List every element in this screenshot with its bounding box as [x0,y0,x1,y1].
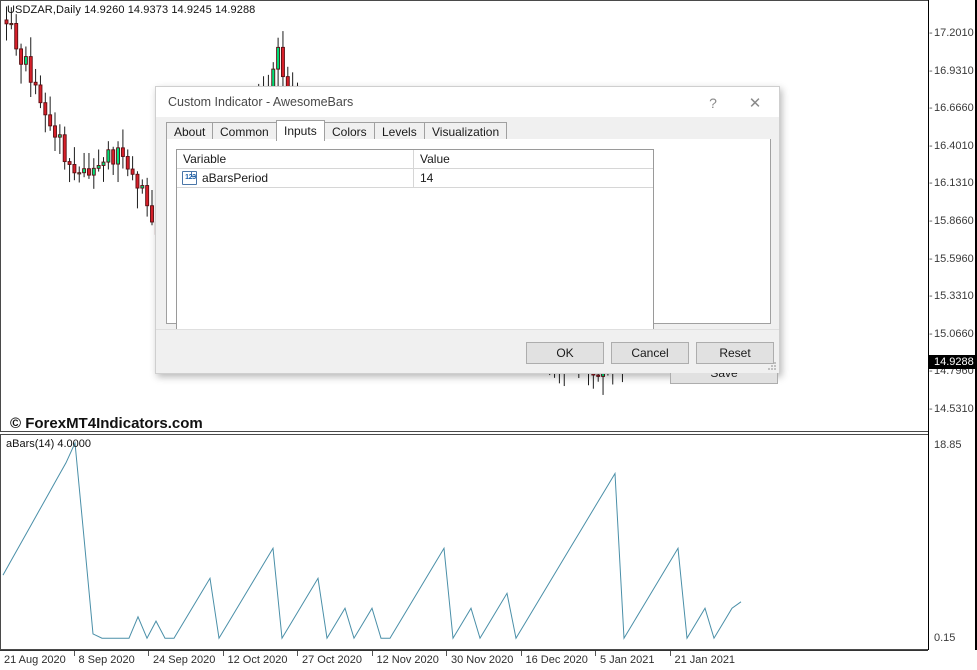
price-tick-label: -15.0660 [929,328,977,341]
time-tick-label: 30 Nov 2020 [451,654,513,666]
candle-bull [83,169,86,173]
candle-bull [10,23,13,24]
candle-bear [20,49,23,64]
candle-bear [146,186,149,206]
time-tick-mark [595,651,596,656]
time-scale[interactable]: 21 Aug 2020 8 Sep 2020 24 Sep 2020 12 Oct 2… [0,650,928,670]
current-price-tag: 14.9288 [929,355,977,369]
candle-bear [136,174,139,188]
price-tick-label: -16.4010 [929,140,977,153]
variable-value-cell[interactable]: 14 [420,171,433,185]
candle-bear [54,126,57,137]
reset-button[interactable]: Reset [696,342,774,364]
custom-indicator-dialog[interactable]: Custom Indicator - AwesomeBars ? ✕ About… [155,86,780,374]
candle-bear [112,150,115,164]
inputs-variable-list[interactable]: Variable Value 123 aBarsPeriod 14 [176,149,654,331]
site-watermark: © ForexMT4Indicators.com [10,415,203,432]
candle-bull [24,57,27,65]
resize-grip-icon[interactable] [767,361,777,371]
price-tick-label: -14.5310 [929,403,977,416]
column-header-variable: Variable [183,152,226,166]
time-tick-mark [446,651,447,656]
icon-glyph-text: 123 [183,174,197,181]
candle-bear [151,206,154,222]
candle-bear [281,47,284,76]
variable-list-header: Variable Value [177,150,653,169]
candle-bear [121,148,124,157]
candle-bull [97,165,100,168]
price-tick-label: -16.6660 [929,102,977,115]
time-tick-label: 21 Jan 2021 [675,654,736,666]
chart-symbol-ohlc-label: USDZAR,Daily 14.9260 14.9373 14.9245 14.… [7,4,255,16]
price-tick-label: -17.2010 [929,27,977,40]
candle-bear [87,169,90,175]
candle-bull [117,148,120,164]
candle-bear [63,135,66,162]
candle-bull [92,168,95,175]
sub-axis-top-label: 18.85 [929,439,977,452]
candle-bear [126,156,129,169]
time-tick-label: 21 Aug 2020 [4,654,66,666]
time-tick-mark [148,651,149,656]
ok-button[interactable]: OK [526,342,604,364]
candle-bull [141,186,144,189]
indicator-subwindow[interactable]: aBars(14) 4.0000 [0,434,928,650]
time-tick-label: 5 Jan 2021 [600,654,654,666]
price-tick-label: -16.9310 [929,65,977,78]
time-tick-label: 12 Oct 2020 [228,654,288,666]
mt4-chart-window: USDZAR,Daily 14.9260 14.9373 14.9245 14.… [0,0,977,670]
sub-axis-bottom-label: 0.15 [929,632,977,645]
inputs-tab-panel: Variable Value 123 aBarsPeriod 14 Load S… [166,139,771,324]
price-tick-label: -15.5960 [929,253,977,266]
indicator-label: aBars(14) 4.0000 [6,438,91,450]
time-tick-mark [521,651,522,656]
time-tick-label: 8 Sep 2020 [79,654,135,666]
price-scale[interactable]: -17.2010 -16.9310 -16.6660 -16.4010 -16.1310… [928,0,977,650]
candle-bear [131,169,134,174]
candle-bear [73,164,76,172]
candle-bear [68,162,71,165]
close-icon[interactable]: ✕ [735,87,775,118]
price-tick-label: -15.3310 [929,290,977,303]
candle-bull [277,47,280,69]
time-tick-mark [223,651,224,656]
time-tick-mark [74,651,75,656]
candle-bear [34,82,37,85]
price-tick-label: -15.8660 [929,215,977,228]
time-tick-mark [670,651,671,656]
column-divider [413,150,414,169]
column-header-value: Value [420,152,450,166]
column-divider [413,169,414,188]
candle-bull [78,173,81,174]
dialog-titlebar[interactable]: Custom Indicator - AwesomeBars ? ✕ [156,87,779,118]
price-tick-label: -16.1310 [929,177,977,190]
candle-bear [29,57,32,83]
time-tick-label: 16 Dec 2020 [526,654,588,666]
table-row[interactable]: 123 aBarsPeriod 14 [177,169,653,188]
indicator-series-line [3,443,741,638]
time-tick-label: 12 Nov 2020 [377,654,439,666]
candle-bear [597,375,600,376]
candle-bear [5,20,8,24]
tab-inputs[interactable]: Inputs [276,120,325,141]
time-tick-label: 27 Oct 2020 [302,654,362,666]
variable-name-cell: aBarsPeriod [202,171,268,185]
candle-bull [102,162,105,165]
time-tick-mark [297,651,298,656]
dialog-title: Custom Indicator - AwesomeBars [168,95,353,109]
candle-bull [58,135,61,137]
dialog-footer: OK Cancel Reset [156,329,779,373]
indicator-line-svg [1,435,928,650]
integer-123-icon: 123 [182,171,197,185]
candle-bull [107,150,110,162]
candle-bear [39,85,42,103]
time-tick-mark [372,651,373,656]
candle-bear [44,103,47,115]
candle-bear [49,115,52,126]
cancel-button[interactable]: Cancel [611,342,689,364]
candle-bear [15,23,18,48]
help-icon[interactable]: ? [693,87,733,118]
time-tick-label: 24 Sep 2020 [153,654,215,666]
dialog-tabstrip[interactable]: AboutCommonInputsColorsLevelsVisualizati… [166,120,771,140]
